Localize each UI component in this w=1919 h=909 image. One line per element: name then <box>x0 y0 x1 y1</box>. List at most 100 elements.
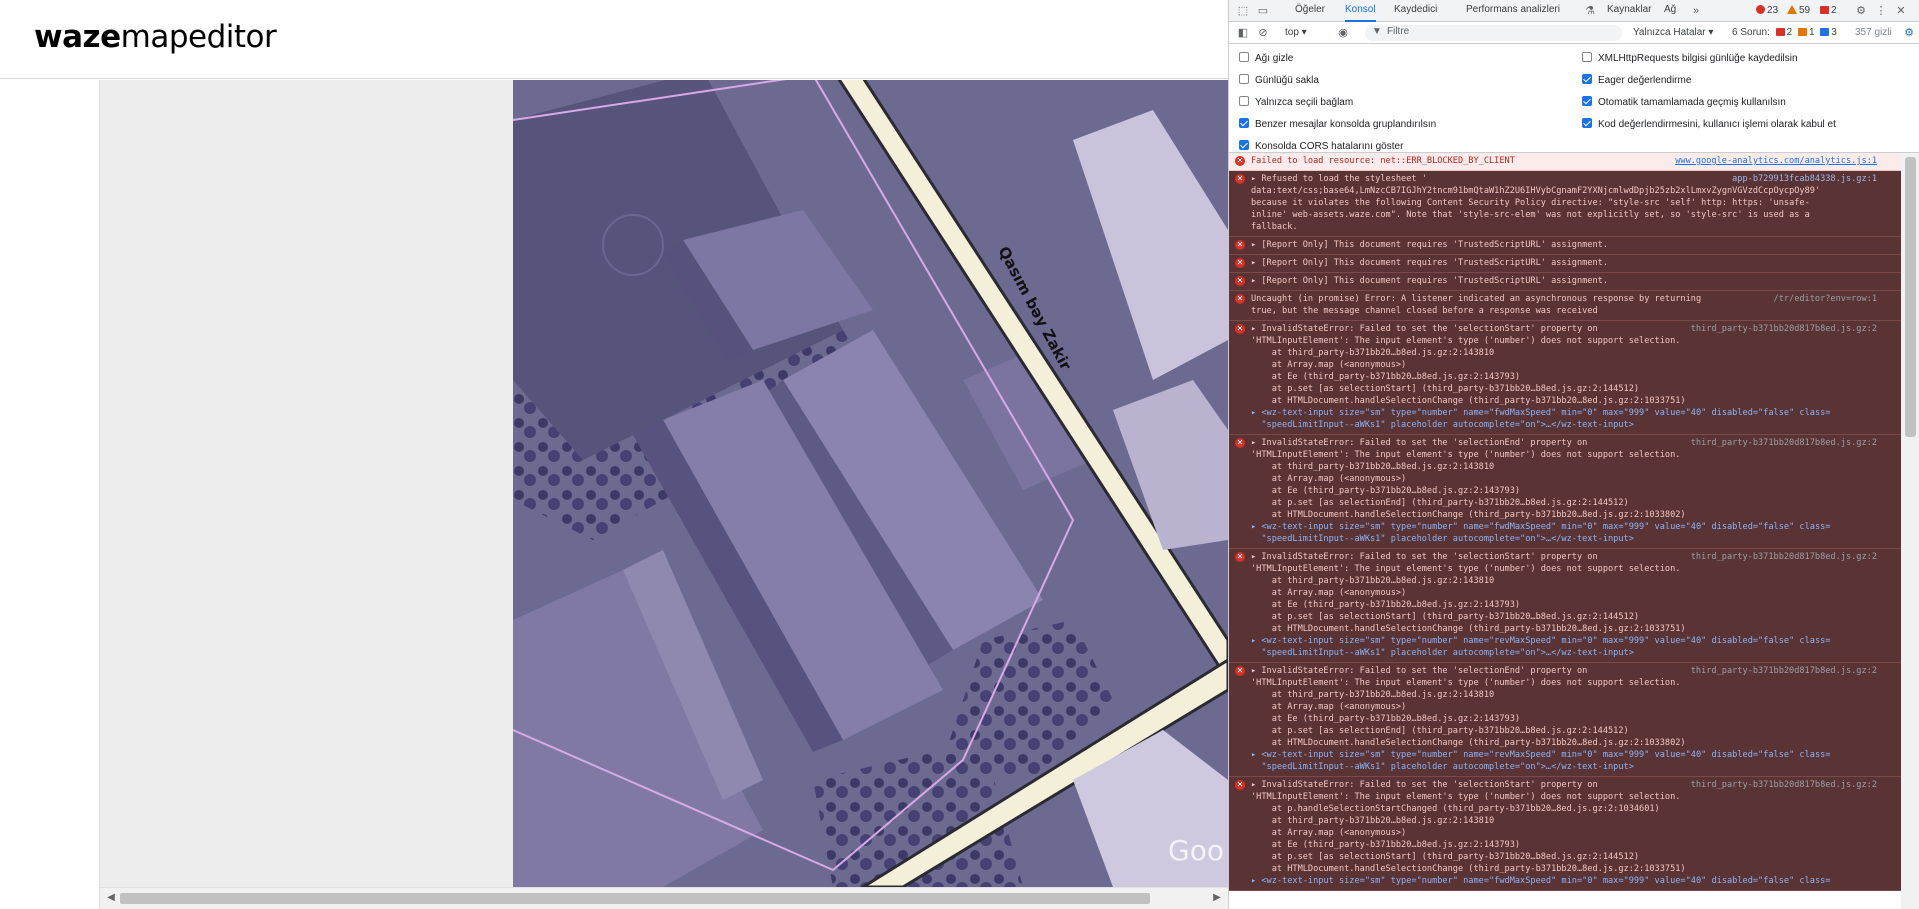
setting-checkbox[interactable] <box>1239 118 1249 128</box>
console-error-message[interactable]: ✕ ▸ [Report Only] This document requires … <box>1229 273 1901 291</box>
sidebar-toggle-icon[interactable]: ◧ <box>1235 25 1251 41</box>
console-messages[interactable]: ✕ www.google-analytics.com/analytics.js:1… <box>1229 153 1901 909</box>
setting-right-3[interactable]: Kod değerlendirmesini, kullanıcı işlemi … <box>1582 118 1836 132</box>
message-line[interactable]: at third_party-b371bb20…b8ed.js.gz:2:143… <box>1251 689 1897 701</box>
scroll-left-icon[interactable]: ◀ <box>104 891 118 905</box>
issues-badge[interactable]: 2 <box>1820 4 1837 18</box>
console-error-message[interactable]: ✕ third_party-b371bb20d817b8ed.js.gz:2 ▸ I… <box>1229 321 1901 435</box>
message-line[interactable]: at HTMLDocument.handleSelectionChange (t… <box>1251 737 1897 749</box>
message-source-link[interactable]: /tr/editor?env=row:1 <box>1774 293 1877 305</box>
message-source-link[interactable]: third_party-b371bb20d817b8ed.js.gz:2 <box>1691 323 1877 335</box>
console-settings-gear-icon[interactable]: ⚙ <box>1901 25 1917 41</box>
setting-checkbox[interactable] <box>1582 52 1592 62</box>
live-expression-eye-icon[interactable]: ◉ <box>1335 25 1351 41</box>
message-line[interactable]: at p.set [as selectionStart] (third_part… <box>1251 611 1897 623</box>
console-error-message[interactable]: ✕ third_party-b371bb20d817b8ed.js.gz:2 ▸ I… <box>1229 777 1901 891</box>
message-line[interactable]: at third_party-b371bb20…b8ed.js.gz:2:143… <box>1251 575 1897 587</box>
setting-checkbox[interactable] <box>1582 74 1592 84</box>
setting-right-0[interactable]: XMLHttpRequests bilgisi günlüğe kaydedil… <box>1582 52 1798 66</box>
message-line[interactable]: at Ee (third_party-b371bb20…b8ed.js.gz:2… <box>1251 371 1897 383</box>
message-line[interactable]: at Array.map (<anonymous>) <box>1251 359 1897 371</box>
message-line[interactable]: at HTMLDocument.handleSelectionChange (t… <box>1251 863 1897 875</box>
waze-logo[interactable]: wazemapeditor <box>34 19 277 55</box>
scrollbar-thumb[interactable] <box>120 893 1150 904</box>
close-devtools-icon[interactable]: ✕ <box>1893 3 1909 19</box>
message-line[interactable]: at Array.map (<anonymous>) <box>1251 827 1897 839</box>
more-tabs-icon[interactable]: » <box>1688 3 1704 19</box>
message-line[interactable]: at Array.map (<anonymous>) <box>1251 587 1897 599</box>
device-toolbar-icon[interactable]: ▭ <box>1255 3 1271 19</box>
tab-elements[interactable]: Öğeler <box>1295 0 1325 22</box>
settings-gear-icon[interactable]: ⚙ <box>1853 3 1869 19</box>
message-line[interactable]: at p.set [as selectionStart] (third_part… <box>1251 851 1897 863</box>
more-options-icon[interactable]: ⋮ <box>1873 3 1889 19</box>
message-line[interactable]: ▸ <wz-text-input size="sm" type="number"… <box>1251 635 1897 647</box>
console-error-message[interactable]: ✕ third_party-b371bb20d817b8ed.js.gz:2 ▸ I… <box>1229 435 1901 549</box>
map-empty-area[interactable] <box>100 80 513 887</box>
message-line[interactable]: at third_party-b371bb20…b8ed.js.gz:2:143… <box>1251 347 1897 359</box>
message-line[interactable]: at p.set [as selectionEnd] (third_party-… <box>1251 725 1897 737</box>
message-line[interactable]: at Ee (third_party-b371bb20…b8ed.js.gz:2… <box>1251 713 1897 725</box>
console-error-message[interactable]: ✕ third_party-b371bb20d817b8ed.js.gz:2 ▸ I… <box>1229 663 1901 777</box>
message-line[interactable]: at third_party-b371bb20…b8ed.js.gz:2:143… <box>1251 461 1897 473</box>
context-selector[interactable]: top ▾ <box>1285 22 1307 44</box>
console-error-message[interactable]: ✕/tr/editor?env=row:1 Uncaught (in promis… <box>1229 291 1901 321</box>
message-line[interactable]: at p.set [as selectionEnd] (third_party-… <box>1251 497 1897 509</box>
setting-checkbox[interactable] <box>1582 118 1592 128</box>
issues-summary[interactable]: 6 Sorun: 2 1 3 <box>1732 22 1837 44</box>
satellite-map[interactable]: Qasım bəy Zakir Goo <box>513 80 1228 887</box>
message-line[interactable]: at Ee (third_party-b371bb20…b8ed.js.gz:2… <box>1251 839 1897 851</box>
errors-badge[interactable]: 23 <box>1756 4 1778 18</box>
message-line[interactable]: at Ee (third_party-b371bb20…b8ed.js.gz:2… <box>1251 599 1897 611</box>
message-line[interactable]: ▸ <wz-text-input size="sm" type="number"… <box>1251 875 1897 887</box>
tab-console[interactable]: Konsol <box>1345 0 1376 22</box>
message-source-link[interactable]: www.google-analytics.com/analytics.js:1 <box>1675 155 1877 167</box>
message-line[interactable]: at Array.map (<anonymous>) <box>1251 473 1897 485</box>
tab-sources[interactable]: Kaynaklar <box>1607 0 1651 22</box>
clear-console-icon[interactable]: ⊘ <box>1255 25 1271 41</box>
console-error-message[interactable]: ✕ app-b729913fcab84338.js.gz:1 ▸ Refused t… <box>1229 171 1901 237</box>
message-line[interactable]: at HTMLDocument.handleSelectionChange (t… <box>1251 395 1897 407</box>
message-source-link[interactable]: third_party-b371bb20d817b8ed.js.gz:2 <box>1691 551 1877 563</box>
console-error-message[interactable]: ✕ ▸ [Report Only] This document requires … <box>1229 237 1901 255</box>
message-line[interactable]: at HTMLDocument.handleSelectionChange (t… <box>1251 623 1897 635</box>
message-line[interactable]: at p.set [as selectionStart] (third_part… <box>1251 383 1897 395</box>
message-line[interactable]: at Ee (third_party-b371bb20…b8ed.js.gz:2… <box>1251 485 1897 497</box>
message-line[interactable]: ▸ <wz-text-input size="sm" type="number"… <box>1251 749 1897 761</box>
console-error-message[interactable]: ✕ www.google-analytics.com/analytics.js:1… <box>1229 153 1901 171</box>
warnings-badge[interactable]: 59 <box>1787 4 1810 18</box>
scrollbar-thumb[interactable] <box>1905 157 1916 437</box>
tab-recorder[interactable]: Kaydedici <box>1394 0 1437 22</box>
setting-checkbox[interactable] <box>1239 52 1249 62</box>
message-source-link[interactable]: third_party-b371bb20d817b8ed.js.gz:2 <box>1691 437 1877 449</box>
console-vertical-scrollbar[interactable] <box>1901 153 1919 909</box>
filter-input[interactable]: ▼ Filtre <box>1365 25 1622 41</box>
message-source-link[interactable]: third_party-b371bb20d817b8ed.js.gz:2 <box>1691 779 1877 791</box>
setting-checkbox[interactable] <box>1239 140 1249 150</box>
setting-checkbox[interactable] <box>1239 96 1249 106</box>
setting-right-2[interactable]: Otomatik tamamlamada geçmiş kullanılsın <box>1582 96 1786 110</box>
message-line[interactable]: at p.handleSelectionStartChanged (third_… <box>1251 803 1897 815</box>
log-level-dropdown[interactable]: Yalnızca Hatalar ▾ <box>1633 22 1713 44</box>
message-line[interactable]: at Array.map (<anonymous>) <box>1251 701 1897 713</box>
setting-left-1[interactable]: Günlüğü sakla <box>1239 74 1319 88</box>
horizontal-scrollbar[interactable]: ◀ ▶ <box>100 887 1228 909</box>
console-error-message[interactable]: ✕ third_party-b371bb20d817b8ed.js.gz:2 ▸ I… <box>1229 549 1901 663</box>
setting-left-2[interactable]: Yalnızca seçili bağlam <box>1239 96 1353 110</box>
setting-left-4[interactable]: Konsolda CORS hatalarını göster <box>1239 140 1403 154</box>
message-source-link[interactable]: third_party-b371bb20d817b8ed.js.gz:2 <box>1691 665 1877 677</box>
message-line[interactable]: ▸ <wz-text-input size="sm" type="number"… <box>1251 407 1897 419</box>
message-line[interactable]: at HTMLDocument.handleSelectionChange (t… <box>1251 509 1897 521</box>
tab-performance-insights[interactable]: Performans analizleri <box>1466 0 1560 22</box>
setting-left-3[interactable]: Benzer mesajlar konsolda gruplandırılsın <box>1239 118 1436 132</box>
setting-left-0[interactable]: Ağı gizle <box>1239 52 1293 66</box>
message-source-link[interactable]: app-b729913fcab84338.js.gz:1 <box>1732 173 1877 185</box>
setting-checkbox[interactable] <box>1582 96 1592 106</box>
setting-checkbox[interactable] <box>1239 74 1249 84</box>
message-line[interactable]: ▸ <wz-text-input size="sm" type="number"… <box>1251 521 1897 533</box>
tab-network[interactable]: Ağ <box>1664 0 1676 22</box>
setting-right-1[interactable]: Eager değerlendirme <box>1582 74 1691 88</box>
message-line[interactable]: at third_party-b371bb20…b8ed.js.gz:2:143… <box>1251 815 1897 827</box>
inspect-element-icon[interactable]: ⬚ <box>1235 3 1251 19</box>
scroll-right-icon[interactable]: ▶ <box>1210 891 1224 905</box>
